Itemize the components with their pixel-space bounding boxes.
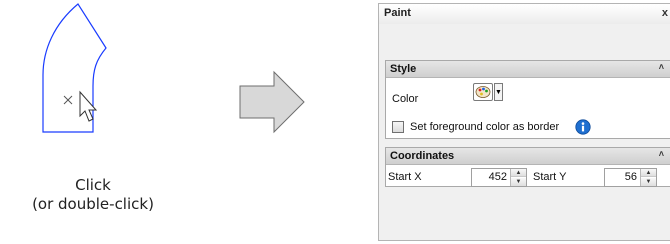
start-y-label: Start Y: [533, 171, 567, 183]
style-group-title: Style: [390, 63, 417, 75]
close-icon[interactable]: x: [662, 7, 668, 19]
start-x-label: Start X: [388, 171, 422, 183]
start-y-stepper[interactable]: ▲ ▼: [640, 169, 656, 186]
decrement-icon[interactable]: ▼: [511, 178, 526, 186]
start-y-value: 56: [624, 171, 637, 183]
caption: Click (or double-click): [0, 176, 186, 214]
right-arrow-icon: [239, 70, 305, 134]
panel-title: Paint: [384, 7, 411, 19]
illustration: Click (or double-click): [0, 0, 200, 244]
coordinates-group-title: Coordinates: [390, 150, 455, 162]
increment-icon[interactable]: ▲: [641, 169, 656, 177]
coordinates-group-header[interactable]: Coordinates ˄: [386, 148, 670, 165]
info-icon[interactable]: [575, 119, 591, 135]
palette-icon: [473, 83, 493, 101]
color-picker-button[interactable]: ▼: [473, 83, 503, 101]
start-x-stepper[interactable]: ▲ ▼: [510, 169, 526, 186]
caption-line2: (or double-click): [32, 195, 154, 213]
border-checkbox-label: Set foreground color as border: [410, 121, 560, 133]
crosshair-icon: [63, 95, 73, 105]
sector-shape: [42, 3, 107, 133]
start-x-value: 452: [488, 171, 507, 183]
style-group: Style ˄ Color ▼ Set foreground color as …: [385, 60, 670, 139]
caption-line1: Click: [75, 176, 111, 194]
start-y-spinner[interactable]: 56 ▲ ▼: [604, 168, 657, 187]
style-group-header[interactable]: Style ˄: [386, 61, 670, 78]
start-x-spinner[interactable]: 452 ▲ ▼: [471, 168, 527, 187]
collapse-caret-icon[interactable]: ˄: [659, 149, 664, 159]
paint-panel: Paint x Style ˄ Color ▼ Set foreground c…: [378, 3, 670, 241]
increment-icon[interactable]: ▲: [511, 169, 526, 177]
decrement-icon[interactable]: ▼: [641, 178, 656, 186]
color-label: Color: [392, 93, 419, 105]
coordinates-group: Coordinates ˄ Start X 452 ▲ ▼ Start Y 56…: [385, 147, 670, 187]
border-checkbox[interactable]: [392, 121, 404, 133]
panel-title-bar: Paint x: [379, 4, 670, 24]
chevron-down-icon[interactable]: ▼: [494, 83, 503, 101]
collapse-caret-icon[interactable]: ˄: [659, 62, 664, 72]
